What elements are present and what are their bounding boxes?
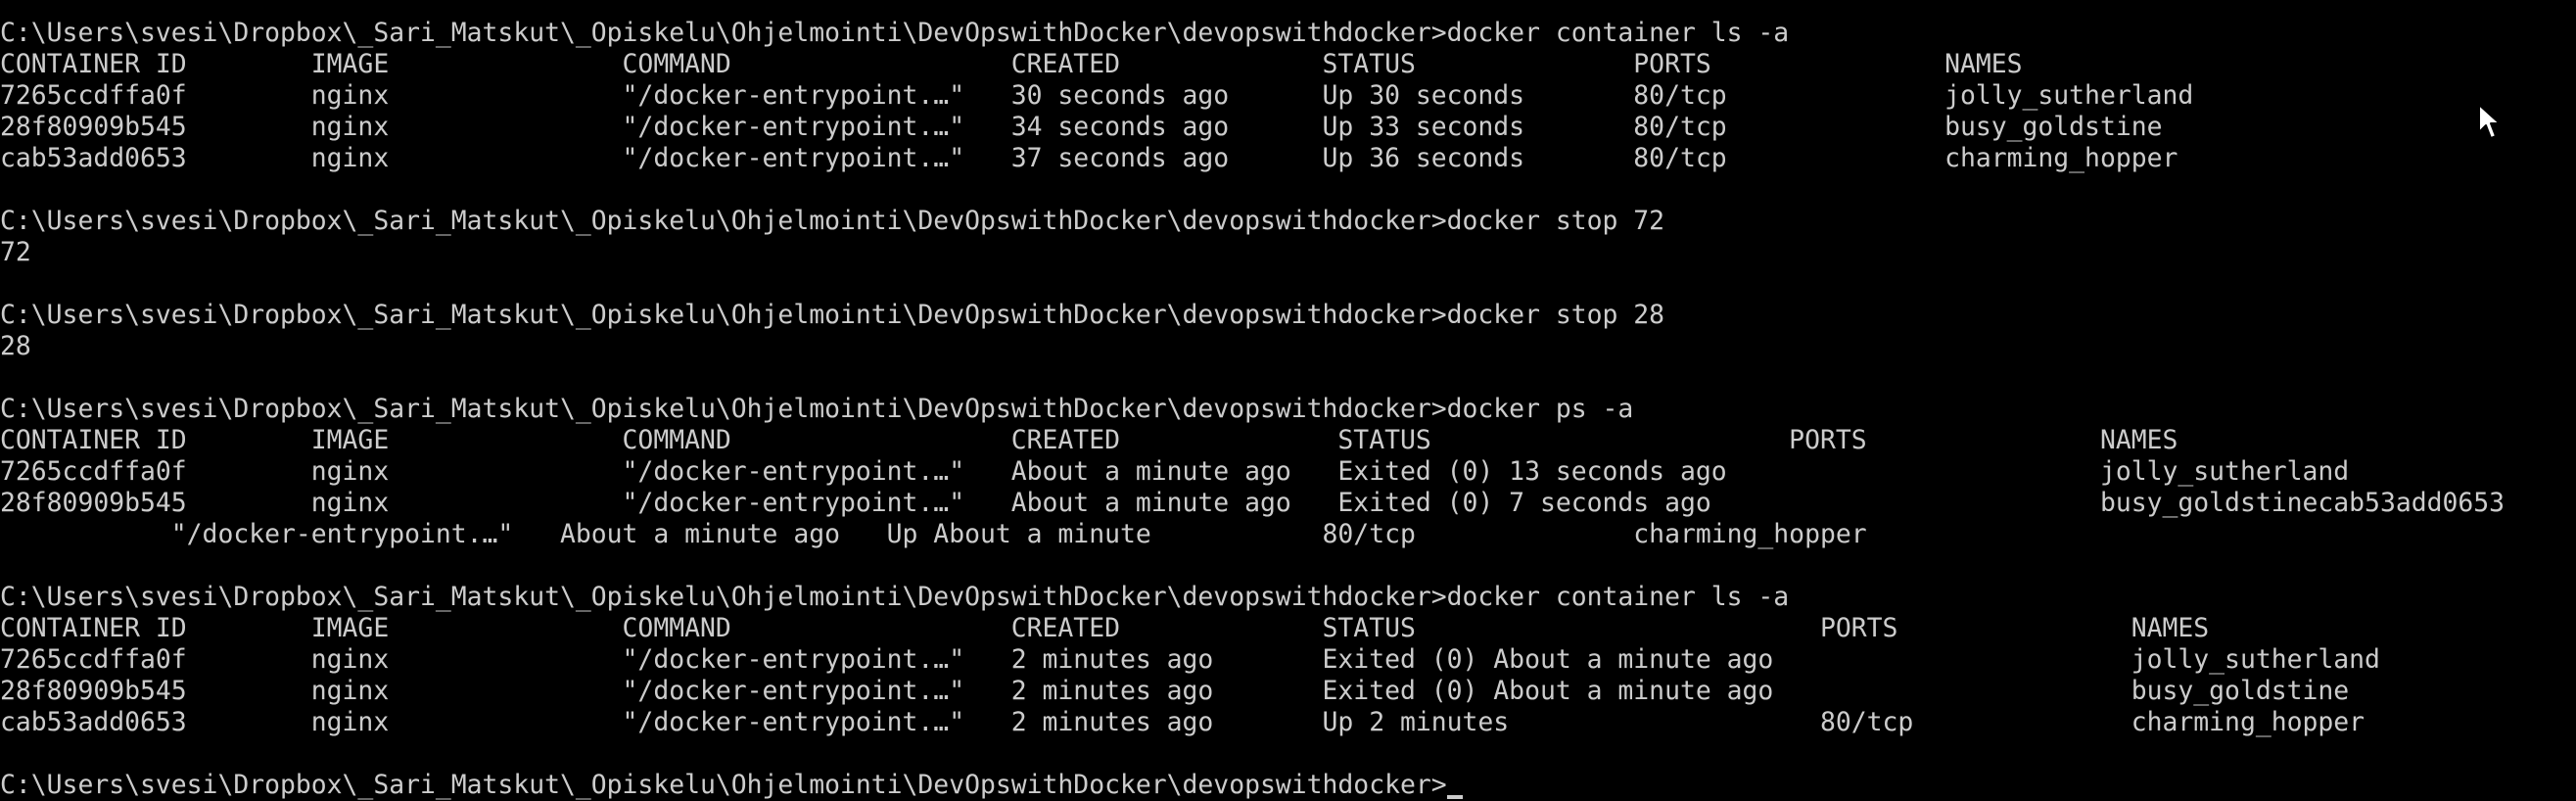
terminal-input-line[interactable]: C:\Users\svesi\Dropbox\_Sari_Matskut\_Op… (0, 770, 2576, 801)
terminal-line-prompt: C:\Users\svesi\Dropbox\_Sari_Matskut\_Op… (0, 300, 2576, 331)
terminal-line-text: "/docker-entrypoint.…" About a minute ag… (0, 519, 1867, 549)
terminal-line-table-row: cab53add0653 nginx "/docker-entrypoint.…… (0, 707, 2576, 738)
terminal-line-text: C:\Users\svesi\Dropbox\_Sari_Matskut\_Op… (0, 18, 1790, 48)
terminal-line-text: CONTAINER ID IMAGE COMMAND CREATED STATU… (0, 613, 2210, 643)
terminal-line-output: 28 (0, 331, 2576, 362)
terminal-current-prompt: C:\Users\svesi\Dropbox\_Sari_Matskut\_Op… (0, 770, 1447, 800)
terminal-line-text: 28f80909b545 nginx "/docker-entrypoint.…… (0, 112, 2163, 142)
terminal-line-text: 7265ccdffa0f nginx "/docker-entrypoint.…… (0, 456, 2350, 487)
terminal-window[interactable]: C:\Users\svesi\Dropbox\_Sari_Matskut\_Op… (0, 18, 2576, 801)
terminal-line-text: CONTAINER ID IMAGE COMMAND CREATED STATU… (0, 49, 2023, 79)
terminal-line-text: C:\Users\svesi\Dropbox\_Sari_Matskut\_Op… (0, 206, 1665, 236)
terminal-line-prompt: C:\Users\svesi\Dropbox\_Sari_Matskut\_Op… (0, 206, 2576, 237)
terminal-line-text: 72 (0, 237, 31, 267)
terminal-line-text: 28 (0, 331, 31, 361)
terminal-line-table-header: CONTAINER ID IMAGE COMMAND CREATED STATU… (0, 425, 2576, 456)
terminal-line-text: 28f80909b545 nginx "/docker-entrypoint.…… (0, 488, 2576, 518)
terminal-line-table-row: cab53add0653 nginx "/docker-entrypoint.…… (0, 143, 2576, 174)
terminal-line-table-row: 7265ccdffa0f nginx "/docker-entrypoint.…… (0, 80, 2576, 112)
terminal-line-table-row: 28f80909b545 nginx "/docker-entrypoint.…… (0, 488, 2576, 519)
terminal-line-text: 7265ccdffa0f nginx "/docker-entrypoint.…… (0, 80, 2194, 111)
terminal-line-table-row: 7265ccdffa0f nginx "/docker-entrypoint.…… (0, 644, 2576, 676)
terminal-line-prompt: C:\Users\svesi\Dropbox\_Sari_Matskut\_Op… (0, 394, 2576, 425)
terminal-line-text: cab53add0653 nginx "/docker-entrypoint.…… (0, 143, 2178, 173)
terminal-line-table-row: 7265ccdffa0f nginx "/docker-entrypoint.…… (0, 456, 2576, 488)
terminal-line-text: 28f80909b545 nginx "/docker-entrypoint.…… (0, 676, 2350, 706)
terminal-line-text: C:\Users\svesi\Dropbox\_Sari_Matskut\_Op… (0, 582, 1790, 612)
terminal-line-text: C:\Users\svesi\Dropbox\_Sari_Matskut\_Op… (0, 300, 1665, 330)
terminal-line-text: CONTAINER ID IMAGE COMMAND CREATED STATU… (0, 425, 2178, 455)
terminal-line-text: cab53add0653 nginx "/docker-entrypoint.…… (0, 707, 2365, 737)
mouse-pointer-icon (2478, 104, 2501, 139)
terminal-line-table-row: "/docker-entrypoint.…" About a minute ag… (0, 519, 2576, 550)
terminal-line-prompt: C:\Users\svesi\Dropbox\_Sari_Matskut\_Op… (0, 18, 2576, 49)
terminal-line-table-row: 28f80909b545 nginx "/docker-entrypoint.…… (0, 112, 2576, 143)
terminal-line-prompt: C:\Users\svesi\Dropbox\_Sari_Matskut\_Op… (0, 582, 2576, 613)
terminal-line-table-row: 28f80909b545 nginx "/docker-entrypoint.…… (0, 676, 2576, 707)
terminal-line-table-header: CONTAINER ID IMAGE COMMAND CREATED STATU… (0, 613, 2576, 644)
terminal-line-text: C:\Users\svesi\Dropbox\_Sari_Matskut\_Op… (0, 394, 1634, 424)
terminal-line-text: 7265ccdffa0f nginx "/docker-entrypoint.…… (0, 644, 2380, 675)
terminal-line-output: 72 (0, 237, 2576, 268)
text-cursor-icon (1446, 795, 1463, 799)
terminal-line-table-header: CONTAINER ID IMAGE COMMAND CREATED STATU… (0, 49, 2576, 80)
